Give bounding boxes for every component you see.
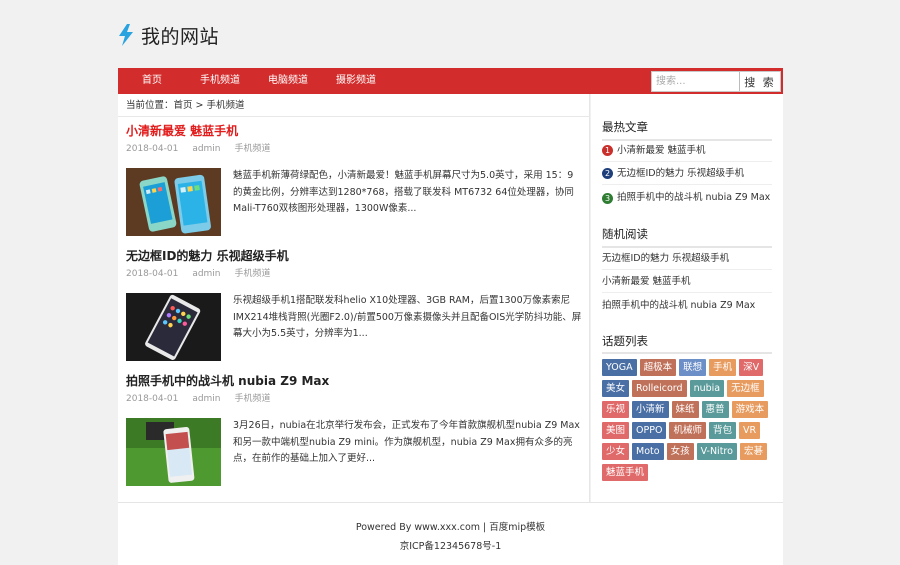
hot-article-item[interactable]: 1 小清新最爱 魅蓝手机: [602, 140, 772, 162]
tag-item[interactable]: 少女: [602, 443, 630, 460]
post-meta: 2018-04-01 admin 手机频道: [126, 392, 584, 406]
breadcrumb-current[interactable]: 手机频道: [207, 100, 245, 111]
phone-image-icon: [126, 293, 221, 361]
tag-item[interactable]: 惠普: [701, 401, 729, 418]
tag-item[interactable]: 游戏本: [731, 401, 769, 418]
rank-badge: 1: [602, 145, 613, 156]
post-thumbnail[interactable]: [126, 418, 221, 486]
random-article-item[interactable]: 无边框ID的魅力 乐视超级手机: [602, 248, 772, 270]
tag-item[interactable]: 魅蓝手机: [602, 464, 649, 481]
post-date: 2018-04-01: [126, 269, 179, 279]
random-article-item[interactable]: 拍照手机中的战斗机 nubia Z9 Max: [602, 295, 772, 317]
site-title[interactable]: 我的网站: [141, 22, 219, 49]
sidebar: 最热文章 1 小清新最爱 魅蓝手机 2 无边框ID的魅力 乐视超级手机 3 拍照…: [591, 94, 783, 502]
divider: [602, 352, 772, 354]
random-article-item[interactable]: 小清新最爱 魅蓝手机: [602, 271, 772, 293]
search-box: 搜 索: [651, 71, 781, 92]
hot-article-title[interactable]: 小清新最爱 魅蓝手机: [617, 140, 706, 162]
breadcrumb-separator: >: [192, 100, 207, 111]
rank-badge: 3: [602, 192, 613, 204]
tag-item[interactable]: 女孩: [666, 443, 694, 460]
tag-item[interactable]: 无边框: [727, 380, 764, 397]
hot-article-title[interactable]: 拍照手机中的战斗机 nubia Z9 Max: [617, 187, 770, 209]
tag-item[interactable]: 超极本: [639, 359, 677, 376]
phone-grass-image-icon: [126, 418, 221, 486]
tag-item[interactable]: OPPO: [632, 422, 667, 439]
tag-item[interactable]: YOGA: [602, 359, 637, 376]
divider: [118, 116, 590, 117]
site-header: 我的网站: [118, 22, 219, 48]
topic-list-title: 话题列表: [602, 334, 648, 348]
tag-item[interactable]: 美图: [602, 422, 630, 439]
hot-articles-title: 最热文章: [602, 120, 648, 134]
post-category[interactable]: 手机频道: [235, 267, 271, 281]
post-item: 无边框ID的魅力 乐视超级手机 2018-04-01 admin 手机频道 乐视…: [126, 247, 584, 361]
post-item: 小清新最爱 魅蓝手机 2018-04-01 admin 手机频道 魅蓝手机新薄荷…: [126, 122, 584, 236]
tag-item[interactable]: 小清新: [632, 401, 669, 418]
tag-cloud: YOGA 超极本 联想 手机 深V 美女 Rolleicord nubia 无边…: [602, 359, 777, 481]
post-title[interactable]: 无边框ID的魅力 乐视超级手机: [126, 247, 584, 265]
lightning-logo-icon: [119, 24, 133, 46]
post-meta: 2018-04-01 admin 手机频道: [126, 142, 584, 156]
nav-item-photo[interactable]: 摄影频道: [336, 68, 376, 94]
tag-item[interactable]: 乐视: [602, 401, 630, 418]
tag-item[interactable]: 妹纸: [671, 401, 699, 418]
post-category[interactable]: 手机频道: [235, 392, 271, 406]
post-excerpt: 乐视超级手机1搭配联发科helio X10处理器、3GB RAM，后置1300万…: [233, 295, 582, 339]
tag-item[interactable]: nubia: [689, 380, 725, 397]
tag-item[interactable]: 宏碁: [739, 443, 767, 460]
nav-item-computer[interactable]: 电脑频道: [268, 68, 308, 94]
hot-article-item[interactable]: 3 拍照手机中的战斗机 nubia Z9 Max: [602, 187, 772, 209]
post-author: admin: [192, 144, 221, 154]
hot-article-title[interactable]: 无边框ID的魅力 乐视超级手机: [617, 163, 744, 185]
breadcrumb: 当前位置：首页 > 手机频道: [126, 98, 245, 114]
tag-item[interactable]: Rolleicord: [632, 380, 687, 397]
tag-item[interactable]: 美女: [602, 380, 630, 397]
tag-item[interactable]: V-Nitro: [696, 443, 737, 460]
tag-item[interactable]: 手机: [709, 359, 737, 376]
site-footer: Powered By www.xxx.com | 百度mip模板 京ICP备12…: [118, 502, 783, 565]
post-title[interactable]: 拍照手机中的战斗机 nubia Z9 Max: [126, 372, 584, 390]
tag-item[interactable]: 深V: [739, 359, 764, 376]
post-author: admin: [192, 394, 221, 404]
search-input[interactable]: [652, 72, 740, 91]
post-thumbnail[interactable]: [126, 168, 221, 236]
phones-image-icon: [126, 168, 221, 236]
post-author: admin: [192, 269, 221, 279]
tag-item[interactable]: Moto: [632, 443, 664, 460]
post-excerpt: 魅蓝手机新薄荷绿配色，小清新最爱！魅蓝手机屏幕尺寸为5.0英寸，采用 15：9 …: [233, 170, 574, 214]
breadcrumb-home[interactable]: 首页: [174, 100, 193, 111]
tag-item[interactable]: 机械师: [669, 422, 706, 439]
post-thumbnail[interactable]: [126, 293, 221, 361]
post-excerpt: 3月26日，nubia在北京举行发布会，正式发布了今年首款旗舰机型nubia Z…: [233, 420, 580, 464]
post-category[interactable]: 手机频道: [235, 142, 271, 156]
post-title[interactable]: 小清新最爱 魅蓝手机: [126, 122, 584, 140]
main-content: 当前位置：首页 > 手机频道 小清新最爱 魅蓝手机 2018-04-01 adm…: [118, 94, 590, 502]
search-button[interactable]: 搜 索: [740, 72, 780, 91]
breadcrumb-prefix: 当前位置：: [126, 100, 174, 111]
random-reading-title: 随机阅读: [602, 227, 648, 241]
post-date: 2018-04-01: [126, 144, 179, 154]
post-item: 拍照手机中的战斗机 nubia Z9 Max 2018-04-01 admin …: [126, 372, 584, 486]
footer-icp: 京ICP备12345678号-1: [399, 541, 502, 552]
nav-item-home[interactable]: 首页: [142, 68, 162, 94]
nav-item-phone[interactable]: 手机频道: [200, 68, 240, 94]
post-date: 2018-04-01: [126, 394, 179, 404]
tag-item[interactable]: 背包: [708, 422, 736, 439]
tag-item[interactable]: 联想: [679, 359, 707, 376]
footer-powered-by: Powered By www.xxx.com | 百度mip模板: [355, 522, 546, 533]
hot-article-item[interactable]: 2 无边框ID的魅力 乐视超级手机: [602, 163, 772, 185]
tag-item[interactable]: VR: [738, 422, 761, 439]
post-meta: 2018-04-01 admin 手机频道: [126, 267, 584, 281]
rank-badge: 2: [602, 168, 613, 179]
